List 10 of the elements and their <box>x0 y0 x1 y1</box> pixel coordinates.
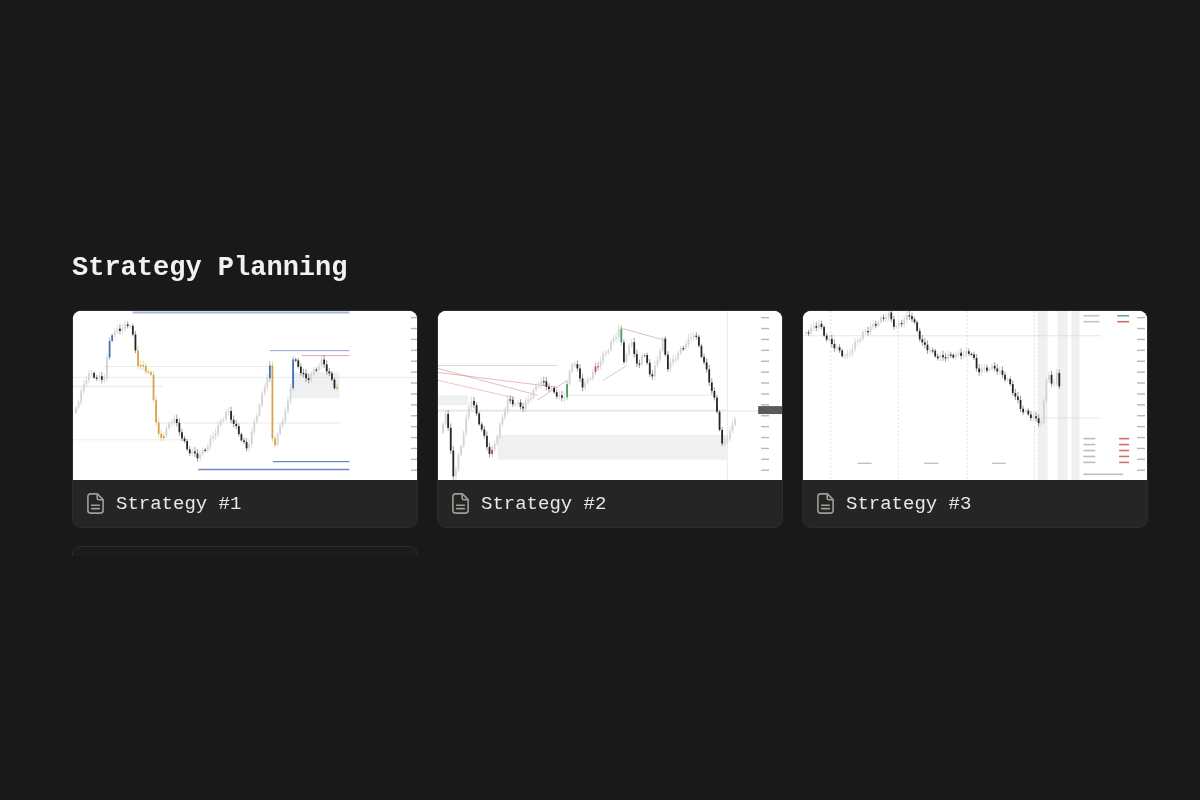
gallery-card[interactable]: Strategy #3 <box>802 310 1148 528</box>
gallery-card[interactable]: Strategy #2 <box>437 310 783 528</box>
card-title: Strategy #1 <box>116 491 242 516</box>
document-icon <box>87 493 104 515</box>
document-icon <box>817 493 834 515</box>
gallery-title: Strategy Planning <box>72 252 348 284</box>
card-title: Strategy #2 <box>481 491 607 516</box>
card-title: Strategy #3 <box>846 491 972 516</box>
document-icon <box>452 493 469 515</box>
gallery-card[interactable]: Strategy #1 <box>72 310 418 528</box>
